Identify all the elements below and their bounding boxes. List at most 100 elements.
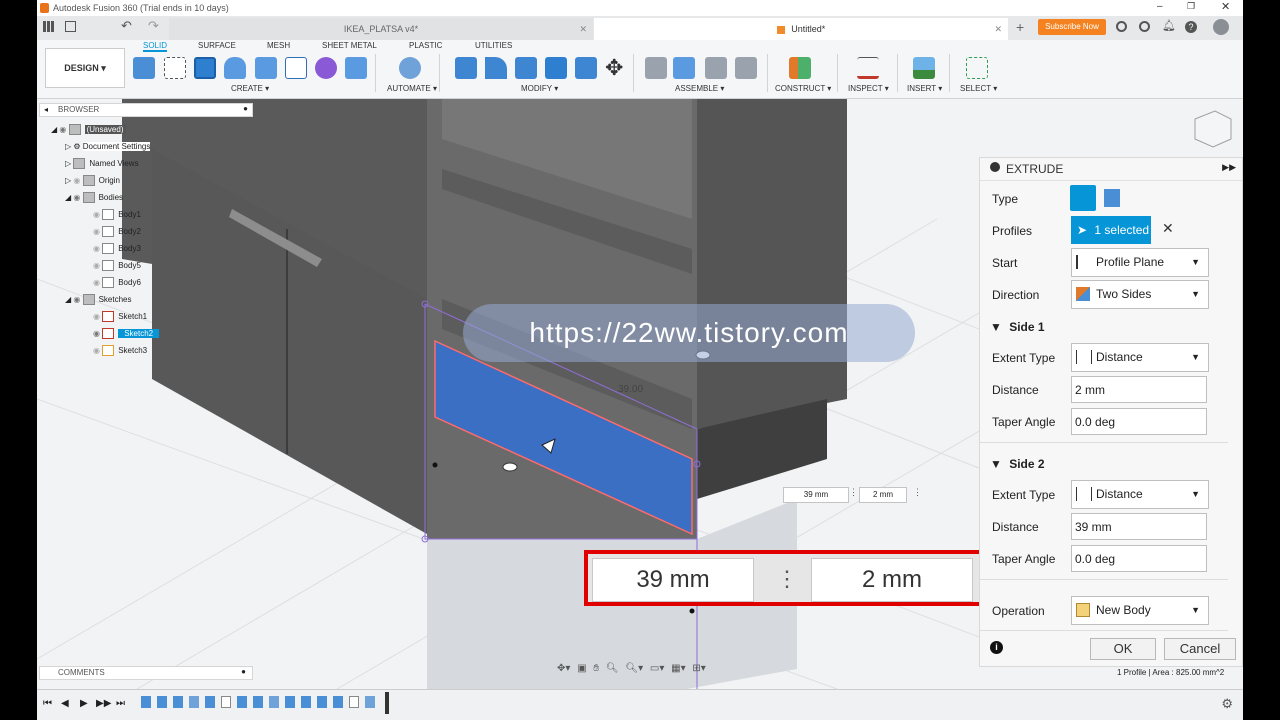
insert-menu[interactable]: INSERT ▾: [907, 84, 942, 93]
maximize-button[interactable]: ❐: [1187, 1, 1195, 12]
orbit-icon[interactable]: ✥▾: [557, 663, 570, 674]
shell-icon[interactable]: [515, 57, 537, 79]
visibility-eye-icon[interactable]: ◉: [93, 329, 100, 338]
press-pull-icon[interactable]: [455, 57, 477, 79]
dimension-toggle-dots[interactable]: ⋮: [776, 558, 798, 600]
go-to-end-icon[interactable]: ⏭: [116, 698, 125, 709]
timeline-feature-icon[interactable]: [205, 696, 215, 708]
tree-item-sketch-selected[interactable]: ◉ Sketch2: [93, 327, 160, 341]
move-icon[interactable]: ✥: [605, 55, 623, 81]
construct-menu[interactable]: CONSTRUCT ▾: [775, 84, 831, 93]
side1-distance-field[interactable]: 2 mm: [1071, 376, 1207, 403]
type-thin-button[interactable]: [1104, 189, 1120, 207]
timeline-settings-icon[interactable]: ⚙: [1221, 696, 1233, 712]
visibility-eye-icon[interactable]: ◉: [93, 346, 100, 355]
side1-distance-input[interactable]: 39 mm: [592, 558, 754, 602]
new-component-assemble-icon[interactable]: [673, 57, 695, 79]
operation-select[interactable]: New Body ▼: [1071, 596, 1209, 625]
tab-mesh[interactable]: MESH: [267, 41, 290, 50]
browser-panel-header[interactable]: ◂ BROWSER ●: [39, 103, 253, 117]
revolve-icon[interactable]: [224, 57, 246, 79]
redo-icon[interactable]: ↷: [148, 18, 159, 34]
rectangular-pattern-icon[interactable]: [285, 57, 307, 79]
automate-menu[interactable]: AUTOMATE ▾: [387, 84, 437, 93]
viewports-icon[interactable]: ⊞▾: [692, 663, 705, 674]
view-cube[interactable]: [1194, 110, 1232, 148]
motion-link-icon[interactable]: [735, 57, 757, 79]
browser-close-icon[interactable]: ●: [243, 104, 248, 113]
save-icon[interactable]: [65, 21, 76, 32]
extrude-manipulator[interactable]: [502, 462, 518, 472]
timeline-marker[interactable]: [385, 692, 389, 714]
new-component-icon[interactable]: [345, 57, 367, 79]
go-to-start-icon[interactable]: ⏮: [43, 698, 52, 709]
close-tab-icon[interactable]: ✕: [579, 18, 587, 40]
hole-icon[interactable]: [255, 57, 277, 79]
visibility-eye-icon[interactable]: ◉: [73, 176, 80, 185]
automate-icon[interactable]: [399, 57, 421, 79]
create-form-icon[interactable]: [164, 57, 186, 79]
visibility-eye-icon[interactable]: ◉: [93, 210, 100, 219]
ok-button[interactable]: OK: [1090, 638, 1156, 660]
side2-distance-input[interactable]: 2 mm: [811, 558, 973, 602]
timeline-feature-icon[interactable]: [141, 696, 151, 708]
look-at-icon[interactable]: ▣: [577, 663, 586, 674]
tree-item-body[interactable]: ◉ Body2: [93, 225, 141, 239]
notifications-icon[interactable]: 🔔︎: [1162, 19, 1176, 32]
new-tab-button[interactable]: +: [1016, 19, 1024, 35]
step-back-icon[interactable]: ◀: [61, 698, 69, 709]
assemble-menu[interactable]: ASSEMBLE ▾: [675, 84, 724, 93]
close-window-button[interactable]: ✕: [1221, 0, 1230, 13]
measure-icon[interactable]: [857, 57, 879, 79]
tree-item-sketch[interactable]: ◉ Sketch3: [93, 344, 147, 358]
side2-extent-select[interactable]: Distance ▼: [1071, 480, 1209, 509]
extensions-icon[interactable]: [1116, 21, 1127, 32]
step-forward-icon[interactable]: ▶▶: [96, 698, 111, 709]
comments-panel[interactable]: COMMENTS ●: [39, 666, 253, 680]
select-icon[interactable]: [966, 57, 988, 79]
timeline-feature-icon[interactable]: [285, 696, 295, 708]
visibility-eye-icon[interactable]: ◉: [73, 295, 80, 304]
tree-item-origin[interactable]: ▷ ◉ Origin: [65, 174, 120, 188]
visibility-eye-icon[interactable]: ◉: [93, 244, 100, 253]
type-solid-button[interactable]: [1070, 185, 1096, 211]
split-body-icon[interactable]: [575, 57, 597, 79]
zoom-icon[interactable]: 🔍︎: [606, 663, 619, 674]
tree-item-sketch[interactable]: ◉ Sketch1: [93, 310, 147, 324]
fillet-icon[interactable]: [485, 57, 507, 79]
play-icon[interactable]: ▶: [80, 698, 88, 709]
select-menu[interactable]: SELECT ▾: [960, 84, 997, 93]
modify-menu[interactable]: MODIFY ▾: [521, 84, 558, 93]
zoom-window-icon[interactable]: 🔍︎▾: [625, 663, 643, 674]
user-avatar[interactable]: [1213, 19, 1229, 35]
inspect-menu[interactable]: INSPECT ▾: [848, 84, 889, 93]
side1-extent-select[interactable]: Distance ▼: [1071, 343, 1209, 372]
display-settings-icon[interactable]: ▭▾: [650, 663, 664, 674]
visibility-eye-icon[interactable]: ◉: [93, 261, 100, 270]
visibility-eye-icon[interactable]: ◉: [93, 278, 100, 287]
timeline-feature-icon[interactable]: [173, 696, 183, 708]
workspace-switcher[interactable]: DESIGN ▾: [45, 48, 125, 88]
tree-item-bodies[interactable]: ◢ ◉ Bodies: [65, 191, 123, 205]
tree-item-body[interactable]: ◉ Body1: [93, 208, 141, 222]
close-tab-icon[interactable]: ✕: [994, 18, 1002, 40]
tab-utilities[interactable]: UTILITIES: [475, 41, 512, 50]
offset-plane-icon[interactable]: [789, 57, 811, 79]
pan-icon[interactable]: ✋︎: [593, 663, 599, 674]
tree-item-body[interactable]: ◉ Body5: [93, 259, 141, 273]
timeline-feature-icon[interactable]: [301, 696, 311, 708]
combine-icon[interactable]: [545, 57, 567, 79]
tree-root[interactable]: ◢ ◉ (Unsaved): [51, 123, 126, 137]
start-select[interactable]: Profile Plane ▼: [1071, 248, 1209, 277]
clear-selection-icon[interactable]: ✕: [1162, 220, 1174, 237]
tab-untitled[interactable]: Untitled* ✕: [594, 18, 1008, 40]
timeline-feature-icon[interactable]: [221, 696, 231, 708]
direction-select[interactable]: Two Sides ▼: [1071, 280, 1209, 309]
timeline-feature-icon[interactable]: [269, 696, 279, 708]
extrude-icon[interactable]: [194, 57, 216, 79]
timeline-feature-icon[interactable]: [365, 696, 375, 708]
inline-distance-input-1[interactable]: 39 mm: [783, 487, 849, 503]
tree-item-named-views[interactable]: ▷ Named Views: [65, 157, 139, 171]
dialog-collapse-icon[interactable]: [990, 162, 1000, 172]
side1-taper-field[interactable]: 0.0 deg: [1071, 408, 1207, 435]
